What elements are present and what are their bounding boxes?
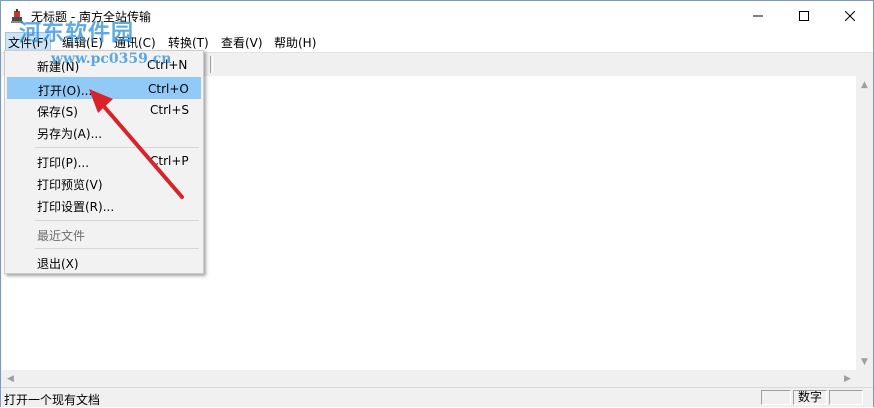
status-pane-numlock: 数字: [793, 390, 827, 405]
menu-bar: 文件(F) 编辑(E) 通讯(C) 转换(T) 查看(V) 帮助(H): [1, 31, 873, 53]
menu-item-save-as[interactable]: 另存为(A)...: [7, 121, 201, 143]
status-bar: 打开一个现有文档 数字: [1, 387, 873, 407]
toolbar-separator-highlight: [212, 56, 213, 73]
app-icon[interactable]: [9, 8, 25, 24]
toolbar-separator: [210, 56, 211, 73]
window-title: 无标题 - 南方全站传输: [31, 10, 151, 24]
close-button[interactable]: [827, 1, 873, 31]
scrollbar-corner: [856, 370, 873, 387]
status-pane-caps: [761, 390, 791, 405]
menu-help[interactable]: 帮助(H): [274, 34, 316, 51]
menu-item-print-setup[interactable]: 打印设置(R)...: [7, 194, 201, 216]
file-menu-dropdown: 新建(N) Ctrl+N 打开(O)... Ctrl+O 保存(S) Ctrl+…: [4, 50, 204, 274]
menu-item-print[interactable]: 打印(P)... Ctrl+P: [7, 150, 201, 172]
menu-separator: [35, 220, 199, 221]
minimize-icon: [753, 15, 763, 17]
menu-separator: [35, 248, 199, 249]
close-icon: [845, 11, 855, 21]
maximize-button[interactable]: [781, 1, 827, 31]
menu-communication[interactable]: 通讯(C): [114, 34, 156, 51]
menu-item-print-preview[interactable]: 打印预览(V): [7, 172, 201, 194]
status-pane-scroll: [829, 390, 863, 405]
menu-item-recent-files: 最近文件: [37, 229, 86, 243]
menu-separator: [35, 147, 199, 148]
scroll-left-icon[interactable]: ◀: [2, 370, 19, 387]
minimize-button[interactable]: [735, 1, 781, 31]
horizontal-scrollbar[interactable]: ◀ ▶: [2, 370, 856, 387]
menu-edit[interactable]: 编辑(E): [62, 34, 103, 51]
app-window: 无标题 - 南方全站传输 文件(F) 编辑(E) 通讯(C) 转换(T) 查看(…: [0, 0, 874, 407]
menu-convert[interactable]: 转换(T): [168, 34, 209, 51]
scroll-up-icon[interactable]: ▲: [856, 76, 873, 93]
vertical-scrollbar[interactable]: ▲ ▼: [856, 76, 873, 370]
menu-item-open[interactable]: 打开(O)... Ctrl+O: [7, 77, 201, 99]
menu-item-save[interactable]: 保存(S) Ctrl+S: [7, 99, 201, 121]
maximize-icon: [799, 11, 809, 21]
status-message: 打开一个现有文档: [4, 393, 101, 407]
title-bar[interactable]: 无标题 - 南方全站传输: [1, 1, 873, 31]
menu-item-new[interactable]: 新建(N) Ctrl+N: [7, 54, 201, 76]
scroll-down-icon[interactable]: ▼: [856, 353, 873, 370]
menu-view[interactable]: 查看(V): [221, 34, 263, 51]
menu-item-exit[interactable]: 退出(X): [7, 251, 201, 273]
scroll-right-icon[interactable]: ▶: [839, 370, 856, 387]
